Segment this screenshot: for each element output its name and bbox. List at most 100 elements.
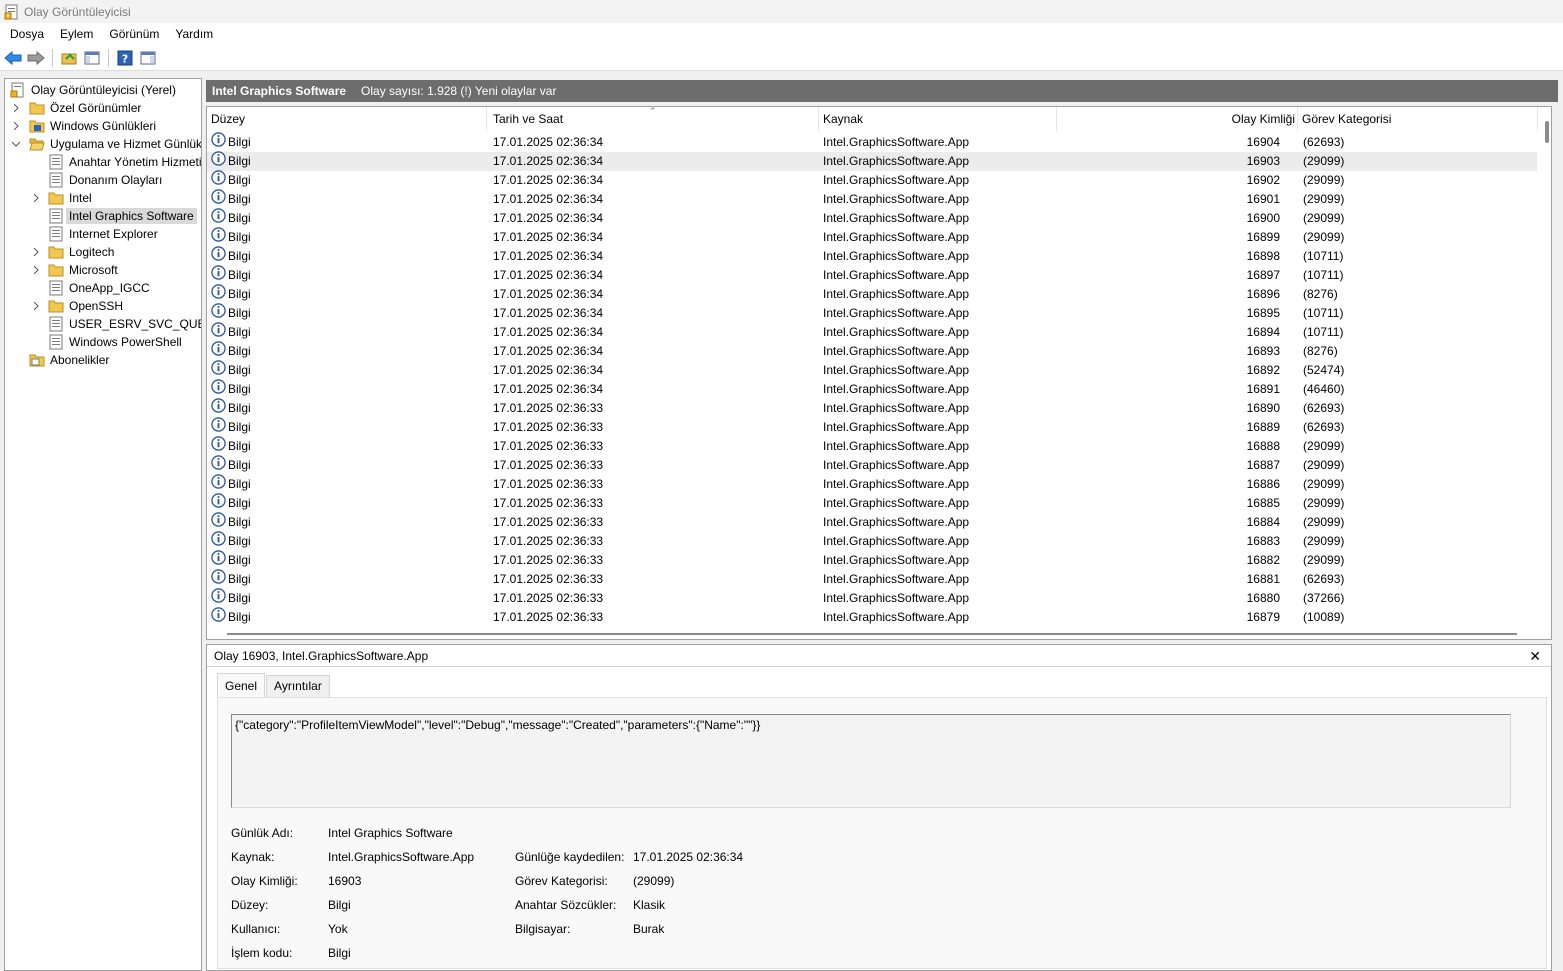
table-row[interactable]: Bilgi 17.01.2025 02:36:34 Intel.GraphicsSo…	[207, 246, 1537, 266]
tree-item-openssh[interactable]: OpenSSH	[48, 297, 126, 315]
chevron-right-icon[interactable]	[31, 247, 41, 257]
table-row[interactable]: Bilgi 17.01.2025 02:36:33 Intel.GraphicsSo…	[207, 531, 1537, 551]
chevron-right-icon[interactable]	[31, 265, 41, 275]
menu-file[interactable]: Dosya	[4, 27, 50, 41]
tree-item-custom-views[interactable]: Özel Görünümler	[29, 99, 144, 117]
cell-event-id: 16887	[1246, 458, 1280, 472]
cell-level-text: Bilgi	[228, 553, 251, 567]
cell-level: Bilgi	[211, 132, 251, 152]
tree-item-label: Intel	[69, 191, 92, 205]
table-row[interactable]: Bilgi 17.01.2025 02:36:33 Intel.GraphicsSo…	[207, 474, 1537, 494]
cell-event-id: 16900	[1246, 211, 1280, 225]
label-task-category: Görev Kategorisi:	[515, 874, 608, 888]
detail-header: Olay 16903, Intel.GraphicsSoftware.App ✕	[207, 645, 1551, 667]
tree-item-hardware-events[interactable]: Donanım Olayları	[48, 171, 165, 189]
chevron-right-icon[interactable]	[11, 121, 21, 131]
cell-level-text: Bilgi	[228, 591, 251, 605]
value-user: Yok	[328, 922, 348, 936]
tree-item-key-management[interactable]: Anahtar Yönetim Hizmeti	[48, 153, 201, 171]
table-row[interactable]: Bilgi 17.01.2025 02:36:34 Intel.GraphicsSo…	[207, 322, 1537, 342]
column-header-event-id[interactable]: Olay Kimliği	[1057, 107, 1298, 131]
cell-task-category: (10711)	[1303, 325, 1344, 339]
table-row[interactable]: Bilgi 17.01.2025 02:36:33 Intel.GraphicsSo…	[207, 398, 1537, 418]
back-icon[interactable]	[3, 48, 23, 68]
action-pane-icon[interactable]	[138, 48, 158, 68]
table-row[interactable]: Bilgi 17.01.2025 02:36:33 Intel.GraphicsSo…	[207, 607, 1537, 627]
table-row[interactable]: Bilgi 17.01.2025 02:36:34 Intel.GraphicsSo…	[207, 208, 1537, 228]
help-icon[interactable]: ?	[115, 48, 135, 68]
cell-event-id: 16898	[1246, 249, 1280, 263]
menu-action[interactable]: Eylem	[54, 27, 99, 41]
cell-level: Bilgi	[211, 531, 251, 551]
toolbar-separator	[52, 48, 53, 67]
table-row[interactable]: Bilgi 17.01.2025 02:36:34 Intel.GraphicsSo…	[207, 284, 1537, 304]
table-row[interactable]: Bilgi 17.01.2025 02:36:33 Intel.GraphicsSo…	[207, 493, 1537, 513]
tree-root[interactable]: Olay Görüntüleyicisi (Yerel)	[10, 81, 179, 99]
tree-item-app-service-logs[interactable]: Uygulama ve Hizmet Günlükleri	[29, 135, 201, 153]
up-folder-icon[interactable]	[59, 48, 79, 68]
show-hide-tree-icon[interactable]	[82, 48, 102, 68]
toolbar-separator	[108, 48, 109, 67]
cell-event-id: 16890	[1246, 401, 1280, 415]
cell-level-text: Bilgi	[228, 154, 251, 168]
table-row[interactable]: Bilgi 17.01.2025 02:36:33 Intel.GraphicsSo…	[207, 436, 1537, 456]
menu-help[interactable]: Yardım	[169, 27, 219, 41]
tree-item-intel-graphics-software[interactable]: Intel Graphics Software	[48, 207, 197, 225]
cell-event-id: 16899	[1246, 230, 1280, 244]
column-header-level[interactable]: Düzey	[207, 107, 487, 131]
cell-task-category: (29099)	[1303, 192, 1345, 206]
cell-date: 17.01.2025 02:36:34	[493, 287, 604, 301]
table-row[interactable]: Bilgi 17.01.2025 02:36:33 Intel.GraphicsSo…	[207, 569, 1537, 589]
chevron-right-icon[interactable]	[11, 103, 21, 113]
table-row[interactable]: Bilgi 17.01.2025 02:36:33 Intel.GraphicsSo…	[207, 512, 1537, 532]
cell-task-category: (29099)	[1303, 211, 1345, 225]
cell-source: Intel.GraphicsSoftware.App	[823, 572, 970, 586]
tree-item-logitech[interactable]: Logitech	[48, 243, 117, 261]
event-message[interactable]: {"category":"ProfileItemViewModel","leve…	[231, 714, 1511, 808]
close-icon[interactable]: ✕	[1529, 648, 1541, 665]
cell-source: Intel.GraphicsSoftware.App	[823, 515, 970, 529]
horizontal-scrollbar[interactable]	[227, 633, 1517, 635]
chevron-down-icon[interactable]	[11, 139, 21, 149]
detail-title: Olay 16903, Intel.GraphicsSoftware.App	[214, 648, 429, 663]
chevron-right-icon[interactable]	[31, 193, 41, 203]
tree-item-subscriptions[interactable]: Abonelikler	[29, 351, 112, 369]
table-row[interactable]: Bilgi 17.01.2025 02:36:34 Intel.GraphicsSo…	[207, 132, 1537, 152]
table-row[interactable]: Bilgi 17.01.2025 02:36:33 Intel.GraphicsSo…	[207, 417, 1537, 437]
tree-item-windows-logs[interactable]: Windows Günlükleri	[29, 117, 159, 135]
tree-item-user-esrv[interactable]: USER_ESRV_SVC_QUEENCREEK	[48, 315, 201, 333]
tree-item-microsoft[interactable]: Microsoft	[48, 261, 121, 279]
tree-item-windows-powershell[interactable]: Windows PowerShell	[48, 333, 185, 351]
tab-details[interactable]: Ayrıntılar	[266, 675, 330, 697]
table-row[interactable]: Bilgi 17.01.2025 02:36:34 Intel.GraphicsSo…	[207, 341, 1537, 361]
tree-item-intel[interactable]: Intel	[48, 189, 95, 207]
forward-icon[interactable]	[26, 48, 46, 68]
cell-task-category: (10711)	[1303, 249, 1344, 263]
table-row[interactable]: Bilgi 17.01.2025 02:36:33 Intel.GraphicsSo…	[207, 588, 1537, 608]
table-row[interactable]: Bilgi 17.01.2025 02:36:34 Intel.GraphicsSo…	[207, 265, 1537, 285]
tab-general[interactable]: Genel	[217, 673, 266, 697]
cell-task-category: (10089)	[1303, 610, 1345, 624]
table-row[interactable]: Bilgi 17.01.2025 02:36:34 Intel.GraphicsSo…	[207, 360, 1537, 380]
cell-level-text: Bilgi	[228, 515, 251, 529]
tree-item-oneapp-igcc[interactable]: OneApp_IGCC	[48, 279, 153, 297]
table-row[interactable]: Bilgi 17.01.2025 02:36:33 Intel.GraphicsSo…	[207, 550, 1537, 570]
table-row[interactable]: Bilgi 17.01.2025 02:36:34 Intel.GraphicsSo…	[207, 170, 1537, 190]
cell-task-category: (29099)	[1303, 496, 1345, 510]
table-row[interactable]: Bilgi 17.01.2025 02:36:34 Intel.GraphicsSo…	[207, 303, 1537, 323]
table-row[interactable]: Bilgi 17.01.2025 02:36:33 Intel.GraphicsSo…	[207, 455, 1537, 475]
cell-level: Bilgi	[211, 284, 251, 304]
table-row[interactable]: Bilgi 17.01.2025 02:36:34 Intel.GraphicsSo…	[207, 151, 1537, 171]
chevron-right-icon[interactable]	[31, 301, 41, 311]
cell-task-category: (8276)	[1303, 344, 1338, 358]
table-row[interactable]: Bilgi 17.01.2025 02:36:34 Intel.GraphicsSo…	[207, 379, 1537, 399]
vertical-scrollbar[interactable]	[1545, 121, 1549, 143]
menu-view[interactable]: Görünüm	[103, 27, 165, 41]
table-row[interactable]: Bilgi 17.01.2025 02:36:34 Intel.GraphicsSo…	[207, 227, 1537, 247]
cell-task-category: (62693)	[1303, 135, 1345, 149]
navigation-tree: Olay Görüntüleyicisi (Yerel) Özel Görünü…	[4, 78, 202, 971]
tree-item-internet-explorer[interactable]: Internet Explorer	[48, 225, 161, 243]
column-header-source[interactable]: Kaynak	[819, 107, 1057, 131]
table-row[interactable]: Bilgi 17.01.2025 02:36:34 Intel.GraphicsSo…	[207, 189, 1537, 209]
column-header-task-category[interactable]: Görev Kategorisi	[1298, 107, 1538, 131]
